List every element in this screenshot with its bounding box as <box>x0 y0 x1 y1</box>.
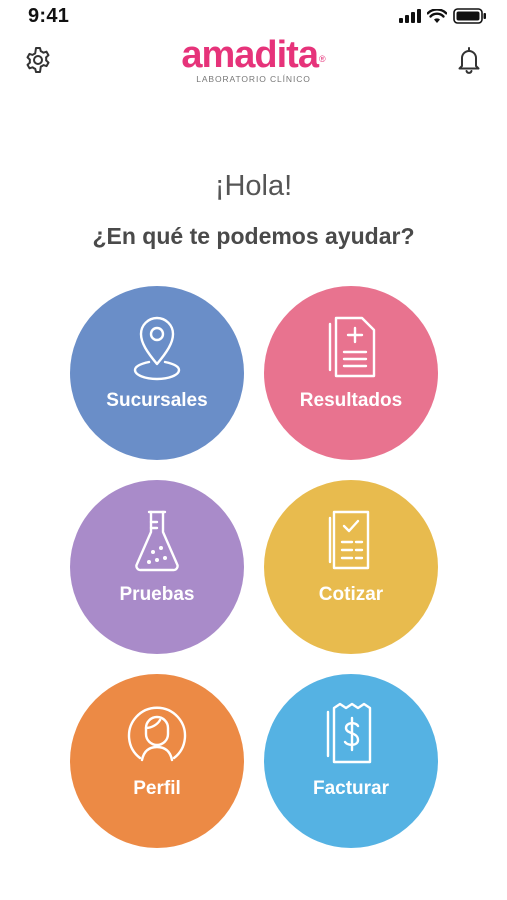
logo-wordmark: amadita <box>181 34 319 76</box>
tile-label: Cotizar <box>318 584 384 605</box>
document-plus-icon <box>328 316 376 378</box>
tile-label: Perfil <box>133 778 181 799</box>
receipt-dollar-icon <box>326 702 372 764</box>
tile-label: Resultados <box>299 390 403 411</box>
brand-logo: amadita® LABORATORIO CLÍNICO <box>0 36 507 84</box>
user-avatar-icon <box>127 706 187 762</box>
help-question: ¿En qué te podemos ayudar? <box>92 223 415 249</box>
logo-registered-mark: ® <box>318 54 326 64</box>
tile-label: Sucursales <box>106 390 208 411</box>
bell-icon <box>458 47 480 74</box>
resultados-button[interactable]: Resultados <box>264 286 438 460</box>
status-time: 9:41 <box>28 5 70 27</box>
signal-icon <box>399 9 421 23</box>
app-header: amadita® LABORATORIO CLÍNICO <box>0 34 507 94</box>
tile-label: Facturar <box>312 778 390 799</box>
status-icons <box>399 8 487 24</box>
cotizar-button[interactable]: Cotizar <box>264 480 438 654</box>
checklist-icon <box>328 510 370 570</box>
battery-icon <box>453 8 486 24</box>
status-bar: 9:41 <box>0 0 507 34</box>
greeting-title: ¡Hola! <box>214 170 293 202</box>
facturar-button[interactable]: Facturar <box>264 674 438 848</box>
flask-icon <box>135 510 179 572</box>
perfil-button[interactable]: Perfil <box>70 674 244 848</box>
logo-subtitle: LABORATORIO CLÍNICO <box>196 74 311 84</box>
wifi-icon <box>427 8 447 23</box>
notifications-button[interactable] <box>449 40 489 80</box>
sucursales-button[interactable]: Sucursales <box>70 286 244 460</box>
pruebas-button[interactable]: Pruebas <box>70 480 244 654</box>
tile-label: Pruebas <box>119 584 195 605</box>
location-pin-icon <box>133 316 181 381</box>
